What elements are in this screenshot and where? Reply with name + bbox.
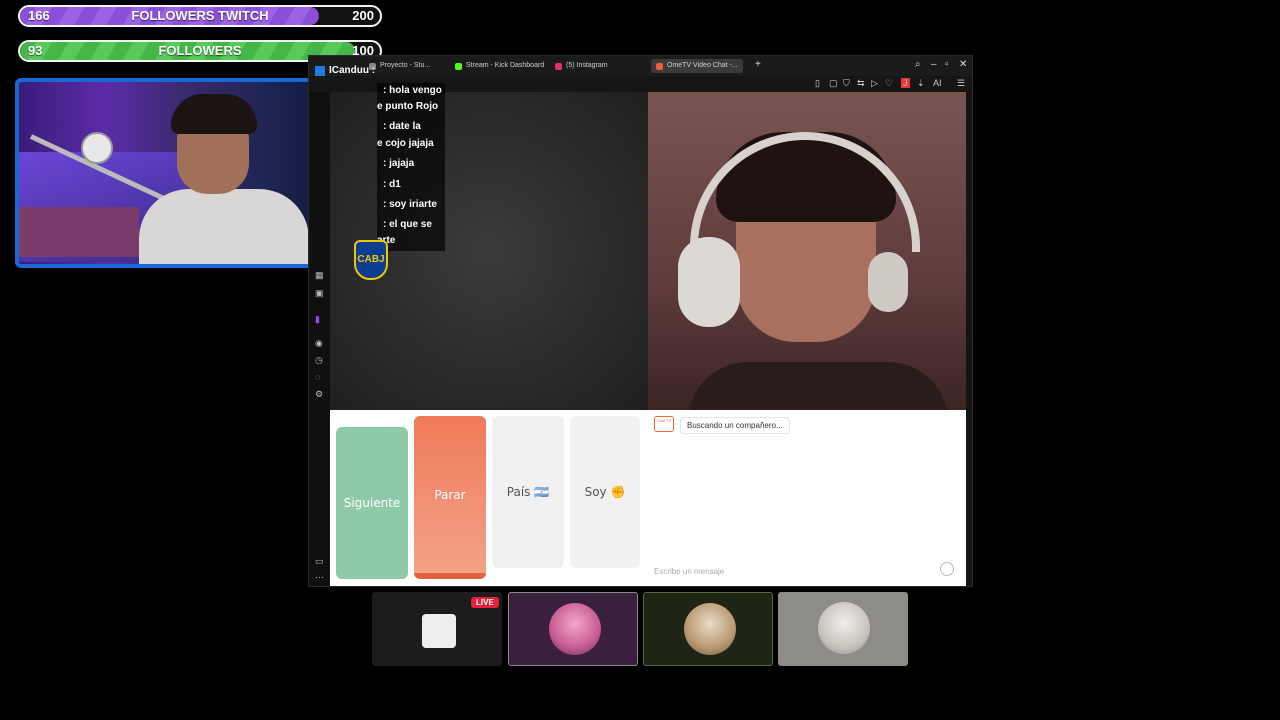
chat-message: : soy iriarte (383, 199, 437, 210)
streamer-hair (171, 94, 257, 134)
instagram-icon (555, 62, 562, 70)
downloads-icon[interactable]: ⇣ (917, 78, 925, 89)
avatar-thumbnail-anime (508, 592, 638, 666)
kick-icon (455, 62, 462, 70)
streamer (139, 94, 309, 264)
search-icon[interactable]: ⌕ (915, 59, 921, 70)
chat-message: : d1 (383, 179, 401, 190)
avatar-thumbnail-photo (778, 592, 908, 666)
stop-button[interactable]: Parar (414, 416, 486, 579)
extension-icon[interactable]: ▯ (815, 78, 820, 89)
heart-icon[interactable]: ♡ (885, 78, 893, 89)
maximize-button[interactable]: ▫ (945, 59, 949, 70)
translate-icon[interactable]: ⇆ (857, 78, 865, 89)
history-icon[interactable]: ◷ (315, 355, 323, 366)
microphone-icon (81, 132, 113, 164)
stream-chat-overlay: ICanduu : : hola vengo e punto Rojo : da… (315, 65, 445, 251)
chat-message: : hola vengo (383, 85, 442, 96)
user-badge-icon (315, 65, 325, 76)
settings-icon[interactable]: ⚙ (315, 389, 323, 400)
tab-label: Proyecto - Stu... (380, 62, 431, 69)
twitch-goal-target: 200 (352, 8, 374, 23)
headphones-right-cup (868, 252, 908, 312)
streamer-shirt (139, 189, 309, 264)
play-circle-icon[interactable]: ◉ (315, 338, 323, 349)
shield-icon[interactable]: ⛉ (843, 78, 850, 89)
sidebar-bottom-icon[interactable]: ▭ (315, 556, 324, 567)
photo-avatar (818, 602, 870, 654)
player-avatar (684, 603, 736, 655)
anime-avatar (549, 603, 601, 655)
sidebar-mail-icon[interactable]: ▣ (315, 288, 324, 299)
screenshot-icon[interactable]: ▢ (829, 78, 838, 89)
sidebar-app-icon[interactable]: ▦ (315, 270, 324, 281)
boca-juniors-crest-icon: CABJ (354, 240, 388, 280)
message-input[interactable]: Escribe un mensaje (654, 567, 724, 576)
chat-message: : el que se (383, 219, 432, 230)
avatar-thumbnail-player (643, 592, 773, 666)
webcam-background-bed (19, 207, 139, 257)
twitch-followers-goal-bar: 166 FOLLOWERS TWITCH 200 (18, 5, 382, 27)
monitor-icon (422, 614, 456, 648)
ometv-icon (656, 62, 663, 70)
tab-label: Stream - Kick Dashboard (466, 62, 545, 69)
chat-message: e cojo jajaja (377, 138, 434, 149)
more-icon[interactable]: ⋯ (315, 572, 324, 583)
live-badge: LIVE (471, 597, 499, 608)
tab-project[interactable]: Proyecto - Stu... (369, 59, 430, 73)
menu-icon[interactable]: ☰ (957, 78, 965, 89)
twitch-icon[interactable]: ▮ (315, 314, 320, 325)
tab-ometv[interactable]: OmeTV Video Chat -... (651, 59, 743, 73)
twitch-goal-label: FOLLOWERS TWITCH (131, 8, 269, 23)
browser-sidebar: ▦ ▣ ▮ ◉ ◷ ◌ ⚙ ▭ ⋯ (309, 92, 331, 586)
tab-label: (5) Instagram (566, 62, 608, 69)
ai-button[interactable]: AI (933, 78, 942, 88)
country-select-button[interactable]: País 🇦🇷 (492, 416, 564, 568)
close-button[interactable]: ✕ (959, 59, 967, 70)
new-tab-button[interactable]: + (755, 59, 761, 70)
tab-instagram[interactable]: (5) Instagram (555, 59, 608, 73)
headphones-icon (678, 237, 740, 327)
next-button[interactable]: Siguiente (336, 427, 408, 579)
status-message: Buscando un compañero... (680, 417, 790, 434)
headphones-band (690, 132, 920, 252)
play-icon[interactable]: ▷ (871, 78, 878, 89)
chat-message: : date la (383, 121, 421, 132)
stranger-shirt (688, 362, 948, 410)
ometv-chat-box: Ome TV Buscando un compañero... Escribe … (648, 410, 966, 586)
chat-username-text: ICanduu : (329, 65, 376, 76)
profile-icon[interactable]: J (901, 78, 910, 88)
chat-message: e punto Rojo (377, 101, 439, 112)
notes-icon[interactable]: ◌ (315, 372, 320, 382)
tab-bar: Proyecto - Stu... Stream - Kick Dashboar… (309, 56, 972, 76)
ometv-logo: Ome TV (654, 416, 674, 432)
emoji-icon[interactable] (940, 562, 954, 576)
tab-kick-dashboard[interactable]: Stream - Kick Dashboard (455, 59, 544, 73)
stranger-video-feed (648, 92, 966, 410)
tab-label: OmeTV Video Chat -... (667, 62, 738, 69)
chat-message: : jajaja (383, 158, 415, 169)
gender-select-button[interactable]: Soy ✊ (570, 416, 640, 568)
ometv-control-panel: Siguiente Parar País 🇦🇷 Soy ✊ Ome TV Bus… (330, 410, 966, 586)
chat-username: ICanduu : (315, 65, 375, 76)
minimize-button[interactable]: – (931, 59, 937, 70)
